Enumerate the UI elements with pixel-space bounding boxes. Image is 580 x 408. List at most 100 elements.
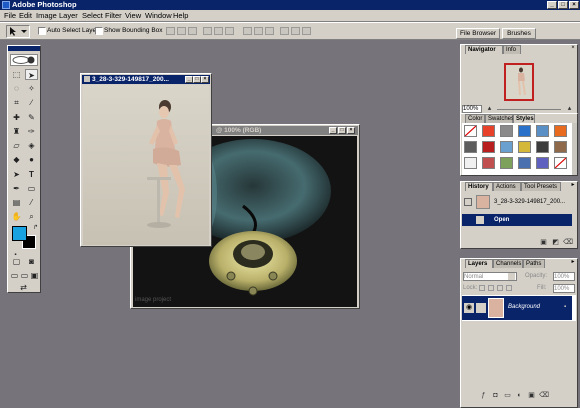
eye-visibility-icon[interactable]: ◉ <box>464 303 474 313</box>
history-snapshot-row[interactable]: 3_28-3-329-149817_200... <box>462 194 572 210</box>
jump-to-imageready-icon[interactable]: ⇄ <box>17 282 30 293</box>
lock-transparency-icon[interactable] <box>479 285 485 291</box>
color-tab[interactable]: Color <box>465 114 485 123</box>
distribute-bottom-icon[interactable] <box>265 27 274 35</box>
create-document-icon[interactable]: ▣ <box>539 239 548 247</box>
eyedropper-tool-icon[interactable]: ⁄ <box>25 197 38 208</box>
document-window-portrait[interactable]: 3_28-3-329-149817_200... _ □ × <box>80 73 212 247</box>
menu-edit[interactable]: Edit <box>19 11 32 21</box>
clone-stamp-tool-icon[interactable]: ♜ <box>10 126 23 137</box>
hand-tool-icon[interactable]: ✋ <box>10 211 23 222</box>
distribute-top-icon[interactable] <box>243 27 252 35</box>
foreground-color-swatch[interactable] <box>12 226 27 241</box>
crop-tool-icon[interactable]: ⌗ <box>10 97 23 108</box>
photoshop-logo-icon[interactable] <box>10 54 38 66</box>
document-title-bar[interactable]: 3_28-3-329-149817_200... _ □ × <box>82 75 210 84</box>
healing-brush-tool-icon[interactable]: ✚ <box>10 112 23 123</box>
document-canvas[interactable] <box>83 85 209 245</box>
menu-view[interactable]: View <box>125 11 141 21</box>
zoom-out-icon[interactable]: ▴ <box>485 105 494 113</box>
fill-field[interactable]: 100% <box>553 284 575 293</box>
menu-image[interactable]: Image <box>36 11 57 21</box>
align-hcenter-icon[interactable] <box>214 27 223 35</box>
style-swatch[interactable] <box>536 125 549 137</box>
style-swatch[interactable] <box>536 141 549 153</box>
eraser-tool-icon[interactable]: ▱ <box>10 140 23 151</box>
close-button[interactable]: × <box>569 1 579 9</box>
new-layer-icon[interactable]: ▣ <box>527 392 536 400</box>
lock-all-icon[interactable] <box>506 285 512 291</box>
style-swatch[interactable] <box>482 125 495 137</box>
menu-layer[interactable]: Layer <box>59 11 78 21</box>
blend-mode-select[interactable]: Normal <box>463 272 517 281</box>
brushes-tab[interactable]: Brushes <box>502 28 536 39</box>
style-swatch[interactable] <box>500 141 513 153</box>
shape-tool-icon[interactable]: ▭ <box>25 183 38 194</box>
navigator-tab[interactable]: Navigator <box>465 45 503 54</box>
style-swatch[interactable] <box>482 141 495 153</box>
distribute-right-icon[interactable] <box>302 27 311 35</box>
paint-bucket-tool-icon[interactable]: ◈ <box>25 140 38 151</box>
navigator-view-box[interactable] <box>504 63 534 101</box>
new-snapshot-icon[interactable]: ◩ <box>551 239 560 247</box>
style-swatch[interactable] <box>536 157 549 169</box>
lock-position-icon[interactable] <box>497 285 503 291</box>
menu-window[interactable]: Window <box>145 11 172 21</box>
add-layer-style-icon[interactable]: ƒ <box>479 392 488 400</box>
full-screen-mode-icon[interactable]: ▣ <box>28 270 41 281</box>
align-top-icon[interactable] <box>166 27 175 35</box>
lasso-tool-icon[interactable]: ◌ <box>10 83 23 94</box>
style-swatch[interactable] <box>518 157 531 169</box>
swap-colors-icon[interactable]: ↱ <box>29 223 42 234</box>
tool-presets-tab[interactable]: Tool Presets <box>521 182 561 191</box>
show-bounding-box-checkbox[interactable] <box>95 27 103 35</box>
styles-scrollbar[interactable] <box>572 123 577 175</box>
move-tool-icon[interactable]: ➤ <box>25 69 38 80</box>
brush-tool-icon[interactable]: ✎ <box>25 112 38 123</box>
history-tab[interactable]: History <box>465 182 493 191</box>
auto-select-layer-checkbox[interactable] <box>38 27 46 35</box>
swatches-tab[interactable]: Swatches <box>485 114 514 123</box>
doc-close-button[interactable]: × <box>347 127 355 134</box>
blur-tool-icon[interactable]: ◆ <box>10 154 23 165</box>
info-tab[interactable]: Info <box>503 45 521 54</box>
style-swatch[interactable] <box>518 125 531 137</box>
style-swatch-none[interactable] <box>464 125 477 137</box>
distribute-hcenter-icon[interactable] <box>291 27 300 35</box>
dodge-tool-icon[interactable]: ● <box>25 154 38 165</box>
delete-layer-icon[interactable]: ⌫ <box>539 392 549 400</box>
style-swatch-none[interactable] <box>554 157 567 169</box>
magic-wand-tool-icon[interactable]: ✧ <box>25 83 38 94</box>
panel-close-icon[interactable]: ▸ <box>569 182 577 189</box>
new-adjustment-layer-icon[interactable]: ◐ <box>515 392 524 400</box>
marquee-tool-icon[interactable]: ⬚ <box>10 69 23 80</box>
minimize-button[interactable]: _ <box>547 1 557 9</box>
channels-tab[interactable]: Channels <box>493 259 523 268</box>
align-left-icon[interactable] <box>203 27 212 35</box>
slice-tool-icon[interactable]: ∕ <box>25 97 38 108</box>
styles-tab[interactable]: Styles <box>513 114 535 123</box>
panel-close-icon[interactable]: × <box>569 45 577 52</box>
panel-close-icon[interactable]: ▸ <box>569 259 577 266</box>
standard-mode-icon[interactable]: ▢ <box>10 256 23 267</box>
history-brush-source-icon[interactable] <box>464 198 472 206</box>
file-browser-tab[interactable]: File Browser <box>456 28 500 39</box>
align-bottom-icon[interactable] <box>188 27 197 35</box>
menu-file[interactable]: File <box>4 11 16 21</box>
type-tool-icon[interactable]: T <box>25 169 38 180</box>
notes-tool-icon[interactable]: ▤ <box>10 197 23 208</box>
style-swatch[interactable] <box>554 141 567 153</box>
layer-row-background[interactable]: ◉ Background ▪ <box>462 296 572 320</box>
zoom-in-icon[interactable]: ▴ <box>565 105 574 113</box>
opacity-field[interactable]: 100% <box>553 272 575 281</box>
doc-maximize-button[interactable]: □ <box>338 127 346 134</box>
lock-pixels-icon[interactable] <box>488 285 494 291</box>
align-vcenter-icon[interactable] <box>177 27 186 35</box>
style-swatch[interactable] <box>500 157 513 169</box>
navigator-preview-area[interactable] <box>462 55 576 105</box>
pen-tool-icon[interactable]: ✒ <box>10 183 23 194</box>
brush-link-icon[interactable] <box>476 303 486 313</box>
zoom-tool-icon[interactable]: ⌕ <box>25 211 38 222</box>
style-swatch[interactable] <box>518 141 531 153</box>
actions-tab[interactable]: Actions <box>493 182 521 191</box>
